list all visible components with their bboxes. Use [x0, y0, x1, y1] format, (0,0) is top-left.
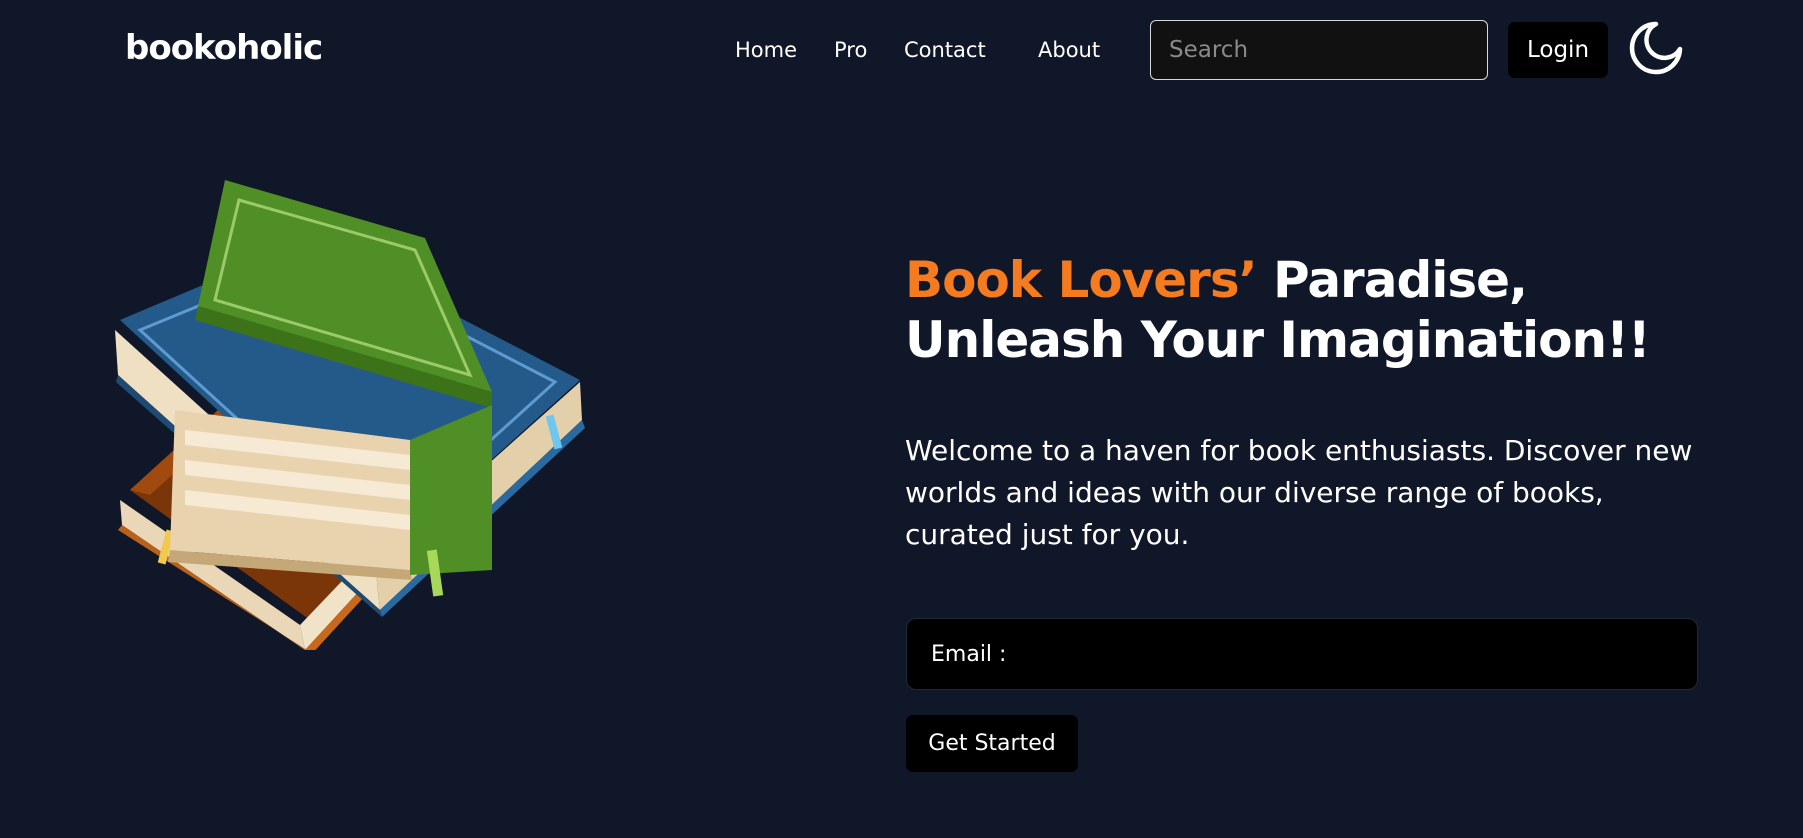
- get-started-button[interactable]: Get Started: [906, 715, 1078, 772]
- hero-title-line2: Unleash Your Imagination!!: [905, 311, 1651, 369]
- nav-link-pro[interactable]: Pro: [834, 38, 867, 62]
- landing-page: bookoholic Home Pro Contact About Login: [0, 0, 1803, 838]
- login-button[interactable]: Login: [1508, 22, 1608, 78]
- email-label: Email :: [931, 641, 1007, 667]
- email-field[interactable]: Email :: [906, 618, 1698, 690]
- logo[interactable]: bookoholic: [125, 28, 323, 68]
- nav-link-about[interactable]: About: [1038, 38, 1100, 62]
- stacked-books-illustration: [115, 180, 585, 650]
- moon-icon: [1629, 21, 1683, 75]
- hero-title-accent: Book Lovers’: [905, 251, 1258, 309]
- email-input[interactable]: [1016, 618, 1697, 690]
- theme-toggle-button[interactable]: [1626, 18, 1686, 78]
- nav-link-home[interactable]: Home: [735, 38, 797, 62]
- search-input[interactable]: [1150, 20, 1488, 80]
- hero-description: Welcome to a haven for book enthusiasts.…: [905, 434, 1693, 551]
- hero-title-rest: Paradise,: [1256, 251, 1528, 309]
- nav-link-contact[interactable]: Contact: [904, 38, 986, 62]
- hero-title: Book Lovers’ Paradise, Unleash Your Imagi…: [905, 250, 1651, 370]
